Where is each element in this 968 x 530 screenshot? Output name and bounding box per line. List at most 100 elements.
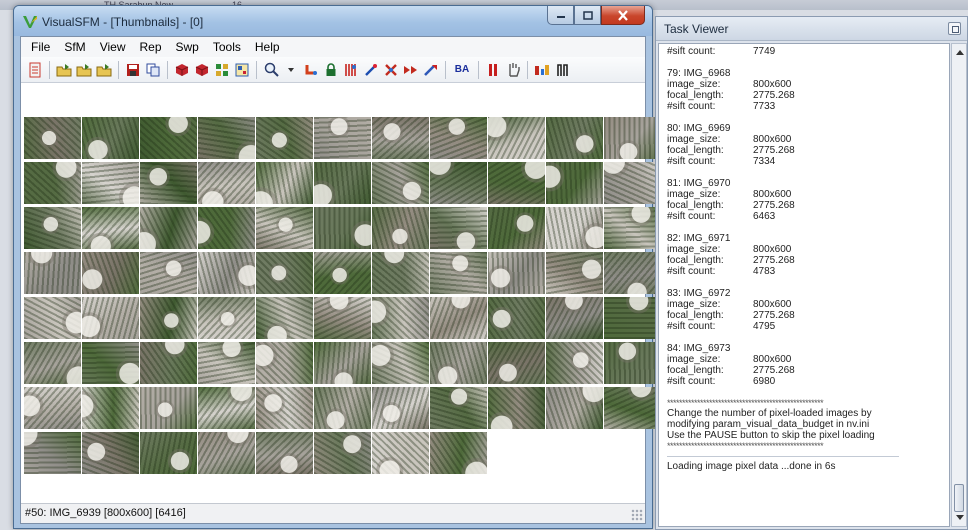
thumbnail-image[interactable]	[546, 252, 603, 294]
thumbnail-image[interactable]	[372, 432, 429, 474]
menu-file[interactable]: File	[24, 37, 57, 57]
dense-button[interactable]	[533, 60, 551, 80]
thumbnail-image[interactable]	[430, 207, 487, 249]
scroll-thumb[interactable]	[954, 484, 964, 512]
thumbnail-image[interactable]	[256, 432, 313, 474]
task-log[interactable]: #sift count: 7749 79: IMG_6968 image_size…	[658, 43, 950, 527]
thumbnail-image[interactable]	[82, 342, 139, 384]
thumbnail-image[interactable]	[430, 432, 487, 474]
thumbnail-image[interactable]	[314, 342, 371, 384]
close-button[interactable]	[601, 6, 645, 25]
copy-button[interactable]	[144, 60, 162, 80]
thumbnail-image[interactable]	[546, 117, 603, 159]
thumbnail-image[interactable]	[372, 252, 429, 294]
thumbnail-image[interactable]	[604, 162, 661, 204]
open-alt-button[interactable]	[95, 60, 113, 80]
thumbnail-image[interactable]	[140, 297, 197, 339]
thumbnail-image[interactable]	[604, 342, 661, 384]
pick-button[interactable]	[362, 60, 380, 80]
thumbnail-image[interactable]	[82, 252, 139, 294]
thumbnail-image[interactable]	[24, 252, 81, 294]
thumbnail-image[interactable]	[372, 162, 429, 204]
resize-grip-icon[interactable]	[631, 509, 643, 521]
thumbnail-image[interactable]	[314, 387, 371, 429]
thumbnail-image[interactable]	[24, 297, 81, 339]
thumbnail-image[interactable]	[82, 387, 139, 429]
scroll-down-icon[interactable]	[956, 515, 964, 520]
thumbnail-image[interactable]	[430, 387, 487, 429]
thumbnail-image[interactable]	[488, 387, 545, 429]
thumbnail-image[interactable]	[256, 252, 313, 294]
thumbnail-image[interactable]	[82, 162, 139, 204]
thumbnail-image[interactable]	[430, 297, 487, 339]
menu-sfm[interactable]: SfM	[57, 37, 92, 57]
save-button[interactable]	[124, 60, 142, 80]
menu-view[interactable]: View	[93, 37, 133, 57]
pause-button[interactable]	[484, 60, 502, 80]
thumbnail-image[interactable]	[140, 432, 197, 474]
thumbnail-image[interactable]	[24, 162, 81, 204]
lock-button[interactable]	[322, 60, 340, 80]
compute-missing-match-button[interactable]	[382, 60, 400, 80]
thumbnail-image[interactable]	[604, 207, 661, 249]
thumbnail-image[interactable]	[256, 297, 313, 339]
thumbnail-image[interactable]	[198, 432, 255, 474]
task-viewer-restore-button[interactable]	[948, 22, 961, 35]
thumbnail-image[interactable]	[198, 297, 255, 339]
thumbnail-image[interactable]	[256, 117, 313, 159]
thumbnail-image[interactable]	[314, 117, 371, 159]
thumbnail-image[interactable]	[198, 162, 255, 204]
thumbnail-image[interactable]	[604, 117, 661, 159]
thumbnail-image[interactable]	[24, 387, 81, 429]
thumbnail-image[interactable]	[314, 162, 371, 204]
thumbnail-image[interactable]	[256, 162, 313, 204]
thumbnail-image[interactable]	[604, 297, 661, 339]
task-viewer-title-bar[interactable]: Task Viewer	[656, 17, 967, 41]
thumbnail-image[interactable]	[24, 432, 81, 474]
thumbnail-image[interactable]	[546, 162, 603, 204]
hand-button[interactable]	[504, 60, 522, 80]
thumbnail-image[interactable]	[604, 252, 661, 294]
resume-button[interactable]	[422, 60, 440, 80]
thumbnail-image[interactable]	[82, 432, 139, 474]
menu-tools[interactable]: Tools	[206, 37, 248, 57]
thumbnail-image[interactable]	[82, 117, 139, 159]
thumbnail-image[interactable]	[430, 117, 487, 159]
thumbnail-image[interactable]	[198, 117, 255, 159]
thumbnail-image[interactable]	[82, 297, 139, 339]
thumbnail-image[interactable]	[430, 162, 487, 204]
thumbnail-image[interactable]	[256, 387, 313, 429]
thumbnail-image[interactable]	[24, 342, 81, 384]
thumbnail-image[interactable]	[372, 297, 429, 339]
menu-help[interactable]: Help	[248, 37, 287, 57]
open-multi-button[interactable]	[55, 60, 73, 80]
bundle-adjustment-button[interactable]: BA	[451, 60, 473, 80]
menu-rep[interactable]: Rep	[132, 37, 168, 57]
thumbnail-image[interactable]	[314, 432, 371, 474]
thumbnail-image[interactable]	[198, 252, 255, 294]
scroll-up-icon[interactable]	[956, 50, 964, 55]
thumbnail-image[interactable]	[430, 252, 487, 294]
thumbnail-image[interactable]	[488, 297, 545, 339]
thumbnail-image[interactable]	[488, 342, 545, 384]
thumbnail-image[interactable]	[430, 342, 487, 384]
dropdown-arrow-button[interactable]	[282, 60, 300, 80]
thumbnail-image[interactable]	[488, 252, 545, 294]
thumbnail-image[interactable]	[546, 297, 603, 339]
maximize-button[interactable]	[574, 6, 601, 25]
quit-button[interactable]	[553, 60, 571, 80]
red-cube-2-button[interactable]	[193, 60, 211, 80]
thumbnail-image[interactable]	[24, 207, 81, 249]
title-bar[interactable]: VisualSFM - [Thumbnails] - [0]	[14, 6, 652, 36]
minimize-button[interactable]	[547, 6, 574, 25]
thumbnail-image[interactable]	[256, 342, 313, 384]
thumbnail-image[interactable]	[314, 252, 371, 294]
sparse-reconstruction-button[interactable]	[402, 60, 420, 80]
thumbnail-image[interactable]	[24, 117, 81, 159]
red-cube-button[interactable]	[173, 60, 191, 80]
thumbnail-image[interactable]	[140, 207, 197, 249]
log-button[interactable]	[26, 60, 44, 80]
thumbnail-image[interactable]	[198, 342, 255, 384]
thumbnail-grid-button[interactable]	[213, 60, 231, 80]
thumbnail-image[interactable]	[140, 387, 197, 429]
